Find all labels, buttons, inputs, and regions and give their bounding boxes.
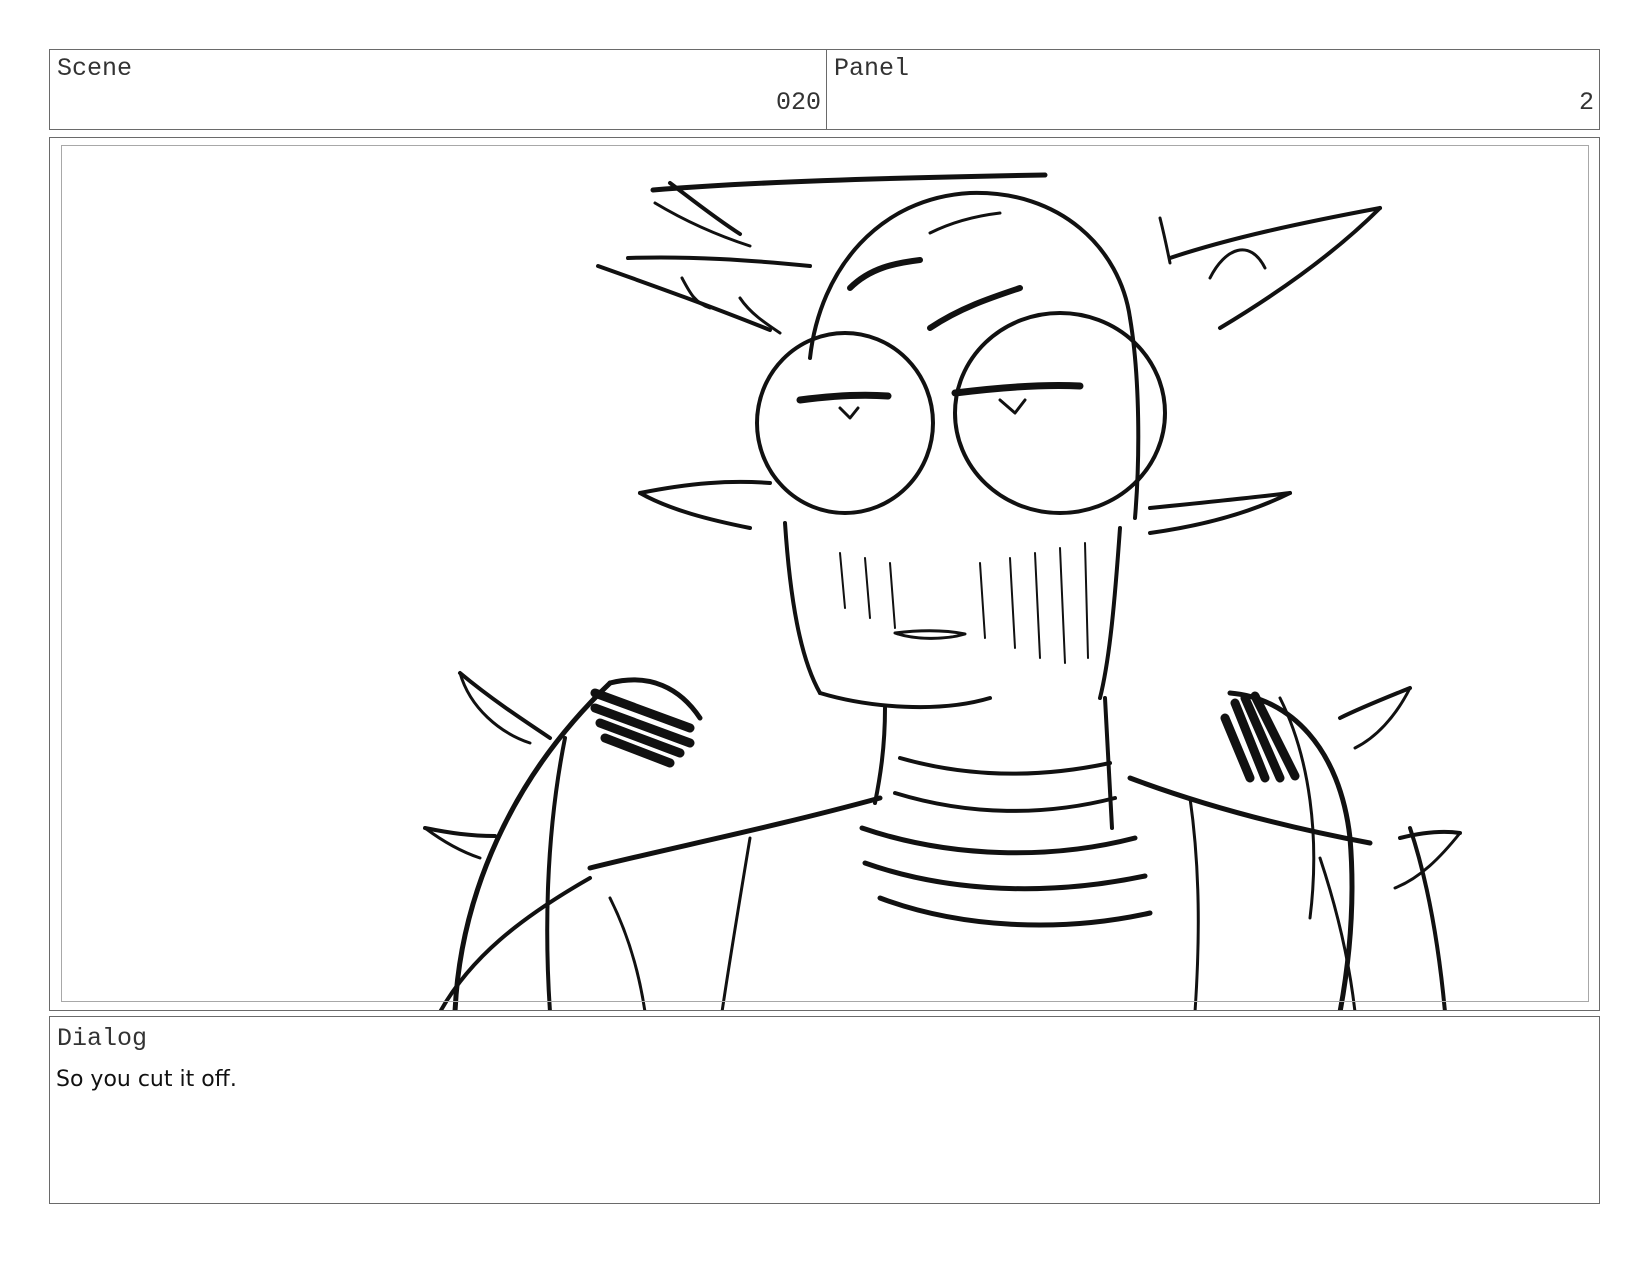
jaw-outline: [818, 691, 992, 710]
panel-cell: Panel 2: [827, 50, 1599, 129]
hair-stroke: [650, 172, 1048, 193]
right-spike: [1398, 829, 1462, 840]
left-spike: [458, 671, 552, 740]
storyboard-sketch: [423, 172, 1462, 1010]
dialog-text: So you cut it off.: [56, 1067, 237, 1092]
hatching: [839, 542, 1089, 664]
right-eye: [951, 381, 1084, 397]
right-spike: [1393, 831, 1462, 890]
dialog-box: Dialog So you cut it off.: [49, 1016, 1600, 1204]
body-line: [608, 896, 647, 1010]
panel-label: Panel: [834, 54, 910, 83]
left-shoulder-shading: [590, 688, 695, 768]
jaw-outline: [1098, 526, 1122, 700]
left-ear: [638, 491, 752, 530]
jaw-outline: [783, 521, 822, 695]
shoulder-line: [587, 795, 883, 871]
shoulder-line: [1127, 775, 1373, 846]
neck-ring: [859, 825, 1138, 856]
left-ear: [638, 479, 772, 495]
neck-ring: [898, 756, 1112, 776]
left-horn: [626, 255, 812, 268]
right-spike: [1353, 686, 1412, 750]
panel-number: 2: [1578, 88, 1594, 117]
neck-ring: [862, 860, 1148, 892]
storyboard-frame: [49, 137, 1600, 1011]
right-spike: [1338, 686, 1412, 720]
right-horn: [1158, 216, 1172, 265]
brow-stroke: [847, 257, 923, 291]
neck: [873, 706, 887, 805]
dialog-label: Dialog: [57, 1024, 148, 1053]
glasses-right-lens: [953, 311, 1167, 515]
body-line: [1188, 796, 1200, 1010]
scene-number: 020: [775, 88, 821, 117]
right-horn: [1168, 206, 1382, 260]
head-outline: [928, 211, 1002, 235]
left-shoulder-pad: [545, 736, 567, 1010]
hair-stroke: [668, 181, 742, 236]
right-eye: [998, 398, 1027, 415]
scene-label: Scene: [57, 54, 133, 83]
scene-cell: Scene 020: [50, 50, 827, 129]
right-horn: [1208, 248, 1267, 280]
body-line: [720, 836, 752, 1010]
left-eye: [838, 406, 860, 420]
left-horn: [596, 264, 772, 332]
storyboard-header: Scene 020 Panel 2: [49, 49, 1600, 130]
left-eye: [796, 391, 892, 404]
neck-ring: [877, 895, 1153, 928]
glasses-left-lens: [755, 331, 935, 515]
mouth: [893, 629, 967, 640]
brow-stroke: [927, 285, 1023, 331]
neck-ring: [893, 791, 1117, 813]
